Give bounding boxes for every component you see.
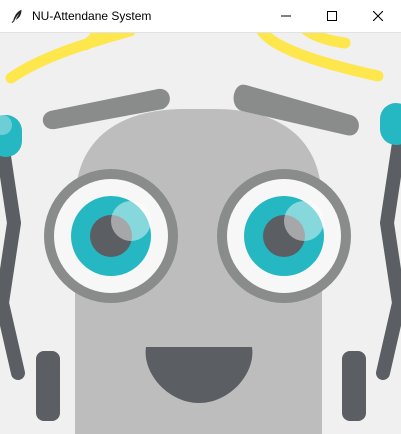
minimize-button[interactable] bbox=[263, 0, 309, 33]
close-button[interactable] bbox=[355, 0, 401, 33]
right-eye bbox=[217, 169, 351, 303]
minimize-icon bbox=[281, 15, 291, 17]
maximize-button[interactable] bbox=[309, 0, 355, 33]
close-icon bbox=[373, 11, 383, 21]
right-eye-glint bbox=[284, 201, 324, 241]
robot-illustration bbox=[0, 33, 401, 434]
canvas-area bbox=[0, 33, 401, 434]
title-bar[interactable]: NU-Attendane System bbox=[0, 0, 401, 33]
maximize-icon bbox=[327, 11, 337, 21]
app-window: NU-Attendane System bbox=[0, 0, 401, 434]
window-title: NU-Attendane System bbox=[32, 9, 152, 23]
left-ear bbox=[36, 351, 60, 421]
left-eye-glint bbox=[111, 201, 151, 241]
left-eye bbox=[44, 169, 178, 303]
window-controls bbox=[263, 0, 401, 33]
feather-icon bbox=[9, 8, 25, 24]
right-ear bbox=[342, 351, 366, 421]
